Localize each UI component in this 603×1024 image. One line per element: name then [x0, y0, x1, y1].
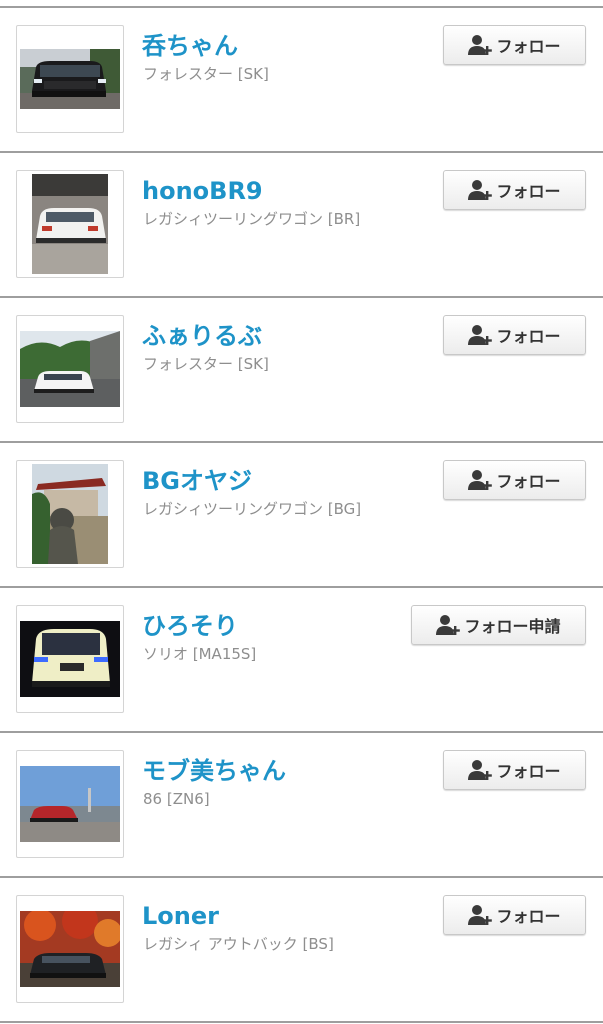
car-photo-icon: [20, 174, 120, 274]
follow-button-label: フォロー: [496, 907, 561, 926]
add-user-icon: [468, 180, 493, 200]
follower-list: 呑ちゃん フォレスター [SK] フォロー honoBR9 レガシィツーリングワ…: [0, 0, 603, 1024]
follow-request-button[interactable]: フォロー申請: [411, 605, 586, 645]
car-model-link[interactable]: レガシィツーリングワゴン [BR]: [143, 209, 360, 229]
follow-button-label: フォロー: [496, 327, 561, 346]
user-name-link[interactable]: honoBR9: [142, 176, 263, 206]
follow-button[interactable]: フォロー: [443, 170, 586, 210]
follow-button[interactable]: フォロー: [443, 315, 586, 355]
avatar[interactable]: [16, 315, 124, 423]
avatar[interactable]: [16, 605, 124, 713]
car-model-link[interactable]: レガシィ アウトバック [BS]: [143, 934, 334, 954]
follow-button-label: フォロー: [496, 762, 561, 781]
add-user-icon: [468, 905, 493, 925]
user-name-link[interactable]: 呑ちゃん: [142, 31, 238, 61]
car-photo-icon: [20, 754, 120, 854]
car-model-link[interactable]: ソリオ [MA15S]: [143, 644, 256, 664]
user-row: 呑ちゃん フォレスター [SK] フォロー: [0, 8, 603, 153]
user-name-link[interactable]: BGオヤジ: [142, 466, 252, 496]
shrine-photo-icon: [20, 464, 120, 564]
avatar[interactable]: [16, 895, 124, 1003]
add-user-icon: [468, 35, 493, 55]
follow-button-label: フォロー: [496, 37, 561, 56]
user-row: モブ美ちゃん 86 [ZN6] フォロー: [0, 733, 603, 878]
user-name-link[interactable]: ふぁりるぶ: [142, 321, 262, 351]
user-row: ふぁりるぶ フォレスター [SK] フォロー: [0, 298, 603, 443]
car-photo-icon: [20, 319, 120, 419]
follow-button[interactable]: フォロー: [443, 25, 586, 65]
car-model-link[interactable]: レガシィツーリングワゴン [BG]: [143, 499, 361, 519]
follow-button[interactable]: フォロー: [443, 460, 586, 500]
user-row: Loner レガシィ アウトバック [BS] フォロー: [0, 878, 603, 1023]
car-photo-icon: [20, 899, 120, 999]
car-model-link[interactable]: フォレスター [SK]: [143, 64, 269, 84]
add-user-icon: [468, 760, 493, 780]
user-name-link[interactable]: Loner: [142, 901, 219, 931]
avatar[interactable]: [16, 170, 124, 278]
follow-button[interactable]: フォロー: [443, 895, 586, 935]
avatar[interactable]: [16, 750, 124, 858]
follow-button-label: フォロー: [496, 182, 561, 201]
add-user-icon: [468, 470, 493, 490]
add-user-icon: [468, 325, 493, 345]
car-photo-icon: [20, 29, 120, 129]
user-name-link[interactable]: ひろそり: [142, 611, 238, 641]
user-row: ひろそり ソリオ [MA15S] フォロー申請: [0, 588, 603, 733]
user-name-link[interactable]: モブ美ちゃん: [142, 756, 286, 786]
car-model-link[interactable]: フォレスター [SK]: [143, 354, 269, 374]
user-row: honoBR9 レガシィツーリングワゴン [BR] フォロー: [0, 153, 603, 298]
user-row: BGオヤジ レガシィツーリングワゴン [BG] フォロー: [0, 443, 603, 588]
avatar[interactable]: [16, 25, 124, 133]
car-model-link[interactable]: 86 [ZN6]: [143, 789, 210, 809]
follow-button-label: フォロー申請: [464, 617, 561, 636]
follow-button-label: フォロー: [496, 472, 561, 491]
avatar[interactable]: [16, 460, 124, 568]
add-user-icon: [436, 615, 461, 635]
follow-button[interactable]: フォロー: [443, 750, 586, 790]
car-photo-icon: [20, 609, 120, 709]
